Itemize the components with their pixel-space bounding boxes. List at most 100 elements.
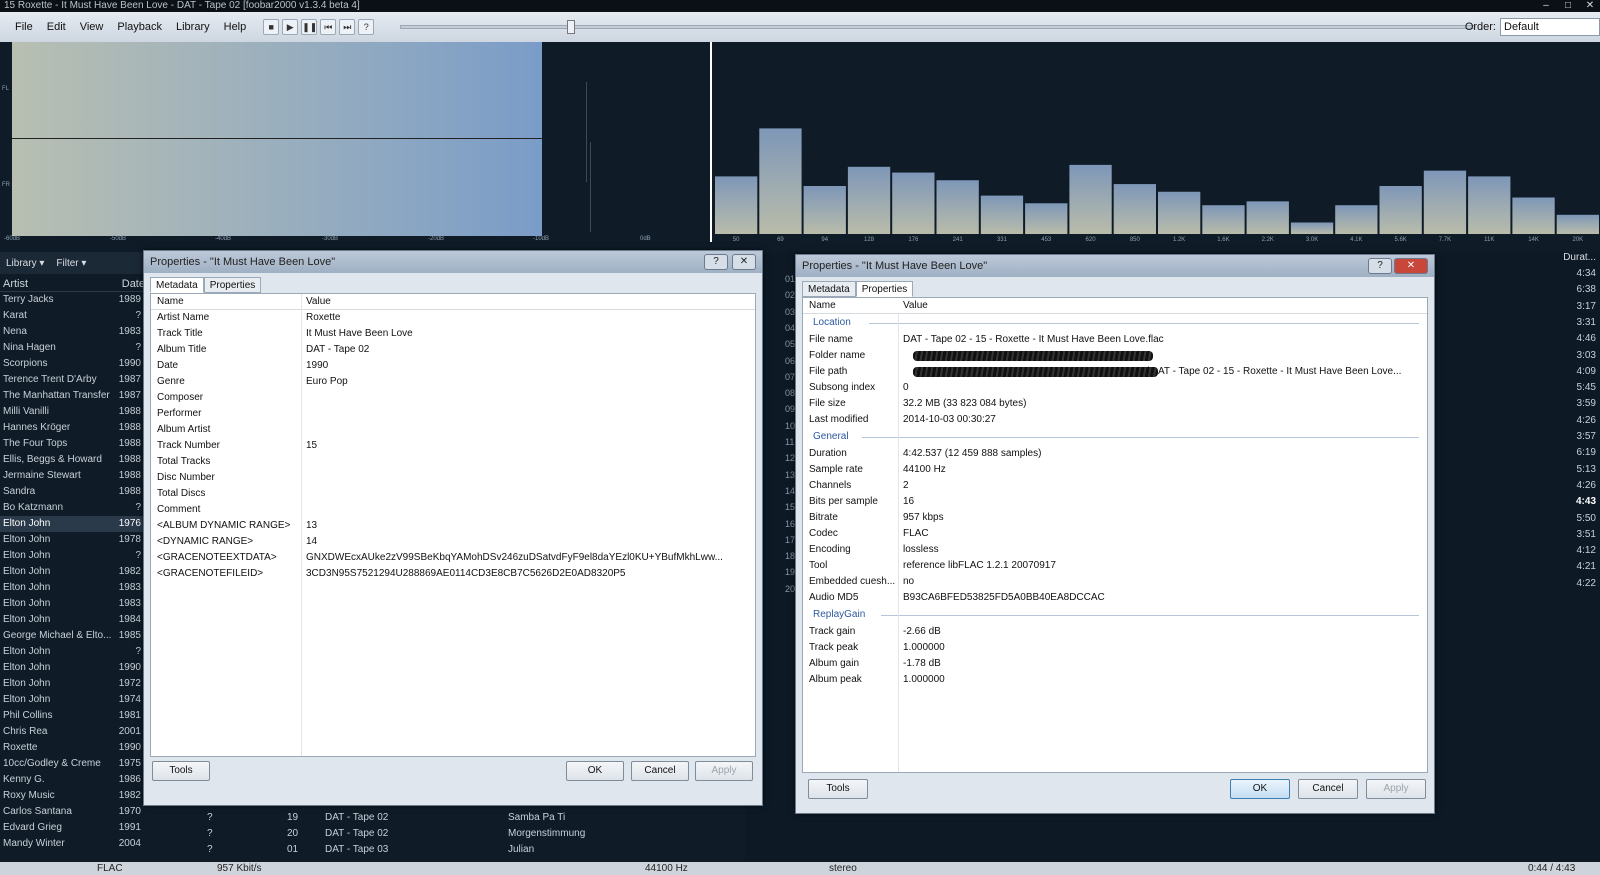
property-value[interactable]: reference libFLAC 1.2.1 20070917 — [903, 558, 1056, 574]
tools-button[interactable]: Tools — [808, 779, 868, 799]
list-item[interactable]: Elton John? — [0, 644, 145, 660]
property-row[interactable]: Sample rate 44100 Hz — [803, 462, 1427, 478]
list-item[interactable]: Elton John 1990 — [0, 660, 145, 676]
list-item[interactable]: Elton John 1982 — [0, 564, 145, 580]
list-item[interactable]: George Michael & Elto... 1985 — [0, 628, 145, 644]
property-row[interactable]: Folder name — [803, 348, 1427, 364]
col-name[interactable]: Name — [809, 298, 836, 314]
list-item[interactable]: Mandy Winter 2004 — [0, 836, 145, 852]
playlist-row[interactable]: ? 01 DAT - Tape 03 Julian — [145, 842, 745, 858]
metadata-row[interactable]: Composer — [151, 390, 755, 406]
metadata-row[interactable]: <ALBUM DYNAMIC RANGE> 13 — [151, 518, 755, 534]
property-value[interactable]: 44100 Hz — [903, 462, 946, 478]
property-row[interactable]: Embedded cuesh... no — [803, 574, 1427, 590]
metadata-row[interactable]: Album Title DAT - Tape 02 — [151, 342, 755, 358]
property-value[interactable]: 1.000000 — [903, 672, 945, 688]
list-item[interactable]: Edvard Grieg 1991 — [0, 820, 145, 836]
property-row[interactable]: Track peak 1.000000 — [803, 640, 1427, 656]
tab-metadata[interactable]: Metadata — [802, 281, 856, 297]
previous-icon[interactable]: ⏮ — [320, 19, 337, 35]
col-value[interactable]: Value — [903, 298, 928, 314]
metadata-row[interactable]: Track Title It Must Have Been Love — [151, 326, 755, 342]
property-row[interactable]: Duration 4:42.537 (12 459 888 samples) — [803, 446, 1427, 462]
col-name[interactable]: Name — [157, 294, 184, 310]
close-window-button[interactable]: ✕ — [1580, 0, 1600, 12]
menu-help[interactable]: Help — [217, 21, 254, 33]
list-item[interactable]: The Four Tops 1988 — [0, 436, 145, 452]
property-value[interactable]: 16 — [903, 494, 914, 510]
field-value[interactable]: DAT - Tape 02 — [306, 342, 369, 358]
list-item[interactable]: Elton John 1974 — [0, 692, 145, 708]
apply-button[interactable]: Apply — [1366, 779, 1426, 799]
next-icon[interactable]: ⏭ — [339, 19, 356, 35]
ok-button[interactable]: OK — [1230, 779, 1290, 799]
playlist-row[interactable]: ? 19 DAT - Tape 02 Samba Pa Ti — [145, 810, 745, 826]
property-row[interactable]: Bits per sample 16 — [803, 494, 1427, 510]
metadata-row[interactable]: Album Artist — [151, 422, 755, 438]
property-row[interactable]: Album gain -1.78 dB — [803, 656, 1427, 672]
metadata-row[interactable]: Performer — [151, 406, 755, 422]
minimize-button[interactable]: – — [1536, 0, 1556, 12]
close-button[interactable]: ✕ — [1394, 258, 1428, 274]
property-row[interactable]: Tool reference libFLAC 1.2.1 20070917 — [803, 558, 1427, 574]
list-item[interactable]: Terence Trent D'Arby 1987 — [0, 372, 145, 388]
property-row[interactable]: Audio MD5 B93CA6BFED53825FD5A0BB40EA8DCCA… — [803, 590, 1427, 606]
property-row[interactable]: Track gain -2.66 dB — [803, 624, 1427, 640]
property-value[interactable]: 0 — [903, 380, 909, 396]
property-row[interactable]: File name DAT - Tape 02 - 15 - Roxette - … — [803, 332, 1427, 348]
metadata-row[interactable]: Genre Euro Pop — [151, 374, 755, 390]
field-value[interactable]: 15 — [306, 438, 317, 454]
field-value[interactable]: 1990 — [306, 358, 328, 374]
list-item[interactable]: Elton John 1972 — [0, 676, 145, 692]
property-value[interactable]: 32.2 MB (33 823 084 bytes) — [903, 396, 1026, 412]
list-item[interactable]: Chris Rea 2001 — [0, 724, 145, 740]
property-row[interactable]: Encoding lossless — [803, 542, 1427, 558]
col-artist[interactable]: Artist — [3, 276, 28, 291]
list-item[interactable]: Hannes Kröger 1988 — [0, 420, 145, 436]
menu-playback[interactable]: Playback — [110, 21, 169, 33]
list-item[interactable]: Phil Collins 1981 — [0, 708, 145, 724]
seek-handle[interactable] — [567, 20, 575, 34]
property-row[interactable]: Codec FLAC — [803, 526, 1427, 542]
list-item[interactable]: Ellis, Beggs & Howard 1988 — [0, 452, 145, 468]
list-item[interactable]: Elton John 1978 — [0, 532, 145, 548]
tab-properties[interactable]: Properties — [855, 281, 914, 297]
stop-icon[interactable]: ■ — [263, 19, 280, 35]
property-value[interactable]: B93CA6BFED53825FD5A0BB40EA8DCCAC — [903, 590, 1105, 606]
filter-button[interactable]: Filter ▾ — [50, 258, 92, 269]
property-row[interactable]: Bitrate 957 kbps — [803, 510, 1427, 526]
help-button[interactable]: ? — [704, 254, 728, 270]
seek-bar[interactable] — [400, 20, 1475, 34]
menu-view[interactable]: View — [73, 21, 111, 33]
metadata-row[interactable]: Track Number 15 — [151, 438, 755, 454]
list-item[interactable]: Karat? — [0, 308, 145, 324]
col-value[interactable]: Value — [306, 294, 331, 310]
list-item[interactable]: Jermaine Stewart 1988 — [0, 468, 145, 484]
field-value[interactable]: 3CD3N95S7521294U288869AE0114CD3E8CB7C562… — [306, 566, 626, 582]
metadata-row[interactable]: Date 1990 — [151, 358, 755, 374]
random-icon[interactable]: ? — [358, 19, 375, 35]
list-item[interactable]: Sandra 1988 — [0, 484, 145, 500]
property-value[interactable]: DAT - Tape 02 - 15 - Roxette - It Must H… — [903, 332, 1164, 348]
menu-file[interactable]: File — [8, 21, 40, 33]
field-value[interactable]: 13 — [306, 518, 317, 534]
property-value[interactable]: 4:42.537 (12 459 888 samples) — [903, 446, 1041, 462]
list-item[interactable]: Bo Katzmann? — [0, 500, 145, 516]
col-date[interactable]: Date — [122, 276, 145, 291]
property-row[interactable]: Channels 2 — [803, 478, 1427, 494]
list-item[interactable]: Carlos Santana 1970 — [0, 804, 145, 820]
list-item[interactable]: Elton John 1983 — [0, 596, 145, 612]
metadata-row[interactable]: Artist Name Roxette — [151, 310, 755, 326]
property-row[interactable]: Subsong index 0 — [803, 380, 1427, 396]
list-item[interactable]: Nena 1983 — [0, 324, 145, 340]
property-value[interactable]: -2.66 dB — [903, 624, 941, 640]
property-value[interactable]: 2 — [903, 478, 909, 494]
metadata-row[interactable]: Disc Number — [151, 470, 755, 486]
ok-button[interactable]: OK — [566, 761, 624, 781]
metadata-row[interactable]: <GRACENOTEFILEID> 3CD3N95S7521294U288869A… — [151, 566, 755, 582]
order-select[interactable]: Default — [1500, 18, 1600, 36]
list-item[interactable]: Elton John 1983 — [0, 580, 145, 596]
metadata-row[interactable]: Total Tracks — [151, 454, 755, 470]
list-item[interactable]: Terry Jacks 1989 — [0, 292, 145, 308]
property-value[interactable]: \DAT - Tape 02 - 15 - Roxette - It Must … — [1148, 364, 1401, 380]
